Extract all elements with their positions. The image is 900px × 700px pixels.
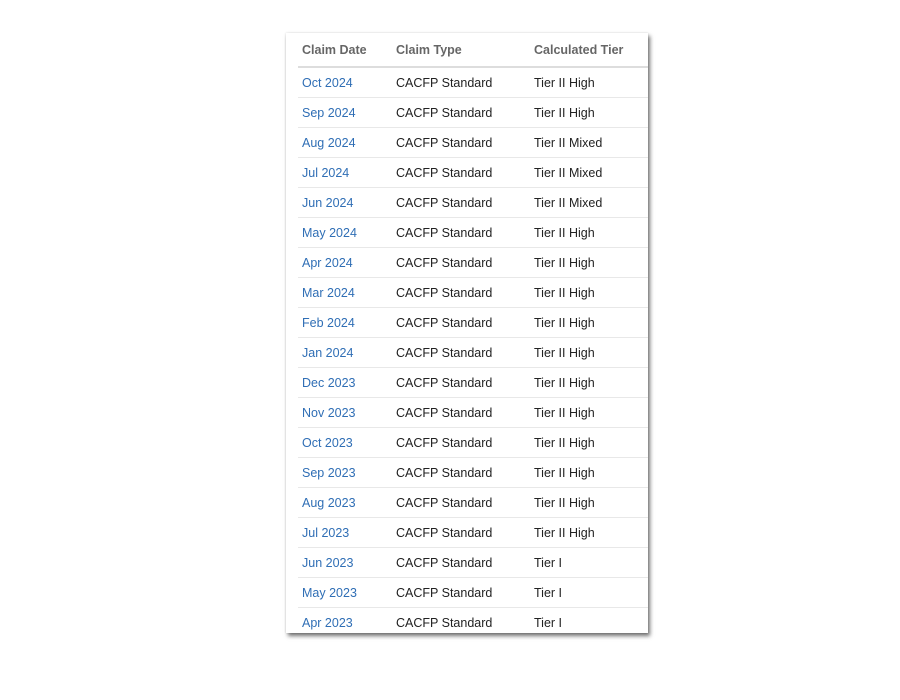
claim-type-cell: CACFP Standard — [392, 187, 530, 218]
calculated-tier-cell: Tier II High — [530, 97, 648, 128]
claim-date-link[interactable]: May 2024 — [298, 217, 392, 248]
header-calculated-tier: Calculated Tier — [530, 33, 648, 68]
calculated-tier-cell: Tier II High — [530, 67, 648, 98]
claim-type-cell: CACFP Standard — [392, 337, 530, 368]
calculated-tier-cell: Tier II High — [530, 427, 648, 458]
claim-date-link[interactable]: Feb 2024 — [298, 307, 392, 338]
table-row: Apr 2024 CACFP Standard Tier II High — [298, 247, 648, 278]
claim-date-link[interactable]: Sep 2023 — [298, 457, 392, 488]
claim-date-link[interactable]: Oct 2024 — [298, 67, 392, 98]
calculated-tier-cell: Tier I — [530, 547, 648, 578]
header-claim-date: Claim Date — [298, 33, 392, 68]
table-row: Jan 2024 CACFP Standard Tier II High — [298, 337, 648, 368]
claim-type-cell: CACFP Standard — [392, 547, 530, 578]
claim-date-link[interactable]: Nov 2023 — [298, 397, 392, 428]
claim-type-cell: CACFP Standard — [396, 615, 493, 630]
calculated-tier-cell: Tier I — [530, 577, 648, 608]
calculated-tier-cell: Tier II High — [530, 337, 648, 368]
calculated-tier-cell: Tier II High — [530, 277, 648, 308]
claim-date-link[interactable]: Apr 2023 — [298, 608, 392, 638]
calculated-tier-cell: Tier II High — [530, 247, 648, 278]
calculated-tier-cell: Tier II High — [530, 397, 648, 428]
claim-date-link[interactable]: Sep 2024 — [298, 97, 392, 128]
calculated-tier-cell: Tier II High — [530, 307, 648, 338]
claim-date-link[interactable]: Jun 2024 — [298, 187, 392, 218]
table-row: Mar 2024 CACFP Standard Tier II High — [298, 277, 648, 308]
claim-type-cell: CACFP Standard — [392, 427, 530, 458]
claim-date-link[interactable]: Oct 2023 — [298, 427, 392, 458]
calculated-tier-cell: Tier II Mixed — [530, 157, 648, 188]
table-row: Feb 2024 CACFP Standard Tier II High — [298, 307, 648, 338]
table-row: Oct 2023 CACFP Standard Tier II High — [298, 427, 648, 458]
table-row: Jun 2024 CACFP Standard Tier II Mixed — [298, 187, 648, 218]
claim-type-cell: CACFP Standard — [392, 247, 530, 278]
claims-table: Claim Date Claim Type Calculated Tier Oc… — [298, 33, 648, 637]
claim-type-cell: CACFP Standard — [392, 217, 530, 248]
header-row: Claim Date Claim Type Calculated Tier — [298, 33, 648, 68]
calculated-tier-cell: Tier II High — [530, 367, 648, 398]
calculated-tier-cell: Tier II Mixed — [530, 187, 648, 218]
claim-date-link[interactable]: Jun 2023 — [298, 547, 392, 578]
claim-type-cell: CACFP Standard — [392, 127, 530, 158]
claim-date-link[interactable]: Jan 2024 — [298, 337, 392, 368]
claims-card: Claim Date Claim Type Calculated Tier Oc… — [286, 33, 648, 633]
claim-date-link[interactable]: Aug 2024 — [298, 127, 392, 158]
claim-type-cell: CACFP Standard — [392, 457, 530, 488]
claim-type-cell: CACFP Standard — [392, 67, 530, 98]
table-row: May 2024 CACFP Standard Tier II High — [298, 217, 648, 248]
calculated-tier-cell: Tier I — [534, 615, 563, 630]
calculated-tier-cell: Tier II High — [530, 517, 648, 548]
claim-date-link[interactable]: Jul 2024 — [298, 157, 392, 188]
claim-type-cell: CACFP Standard — [392, 367, 530, 398]
claim-date-link[interactable]: Jul 2023 — [298, 517, 392, 548]
header-claim-type: Claim Type — [392, 33, 530, 68]
table-row: Sep 2024 CACFP Standard Tier II High — [298, 97, 648, 128]
calculated-tier-cell: Tier II High — [530, 487, 648, 518]
table-row: May 2023 CACFP Standard Tier I — [298, 577, 648, 608]
calculated-tier-cell: Tier II High — [530, 457, 648, 488]
claim-type-cell: CACFP Standard — [392, 517, 530, 548]
claim-date-link[interactable]: Dec 2023 — [298, 367, 392, 398]
table-row: Jun 2023 CACFP Standard Tier I — [298, 547, 648, 578]
claim-type-cell: CACFP Standard — [392, 307, 530, 338]
claim-type-cell: CACFP Standard — [392, 277, 530, 308]
table-row: Dec 2023 CACFP Standard Tier II High — [298, 367, 648, 398]
table-row: Apr 2023 CACFP Standard Tier I — [298, 608, 648, 638]
table-row: Sep 2023 CACFP Standard Tier II High — [298, 457, 648, 488]
table-row: Jul 2024 CACFP Standard Tier II Mixed — [298, 157, 648, 188]
table-row: Oct 2024 CACFP Standard Tier II High — [298, 67, 648, 98]
claim-date-link[interactable]: Aug 2023 — [298, 487, 392, 518]
table-row: Aug 2023 CACFP Standard Tier II High — [298, 487, 648, 518]
table-row: Nov 2023 CACFP Standard Tier II High — [298, 397, 648, 428]
table-row: Jul 2023 CACFP Standard Tier II High — [298, 517, 648, 548]
claim-type-cell: CACFP Standard — [392, 577, 530, 608]
claim-date-link[interactable]: Mar 2024 — [298, 277, 392, 308]
calculated-tier-cell: Tier II Mixed — [530, 127, 648, 158]
claim-date-link[interactable]: Apr 2024 — [298, 247, 392, 278]
claim-date-link[interactable]: May 2023 — [298, 577, 392, 608]
claim-type-cell: CACFP Standard — [392, 397, 530, 428]
calculated-tier-cell: Tier II High — [530, 217, 648, 248]
table-row: Aug 2024 CACFP Standard Tier II Mixed — [298, 127, 648, 158]
claim-type-cell: CACFP Standard — [392, 97, 530, 128]
claim-type-cell: CACFP Standard — [392, 487, 530, 518]
claim-type-cell: CACFP Standard — [392, 157, 530, 188]
